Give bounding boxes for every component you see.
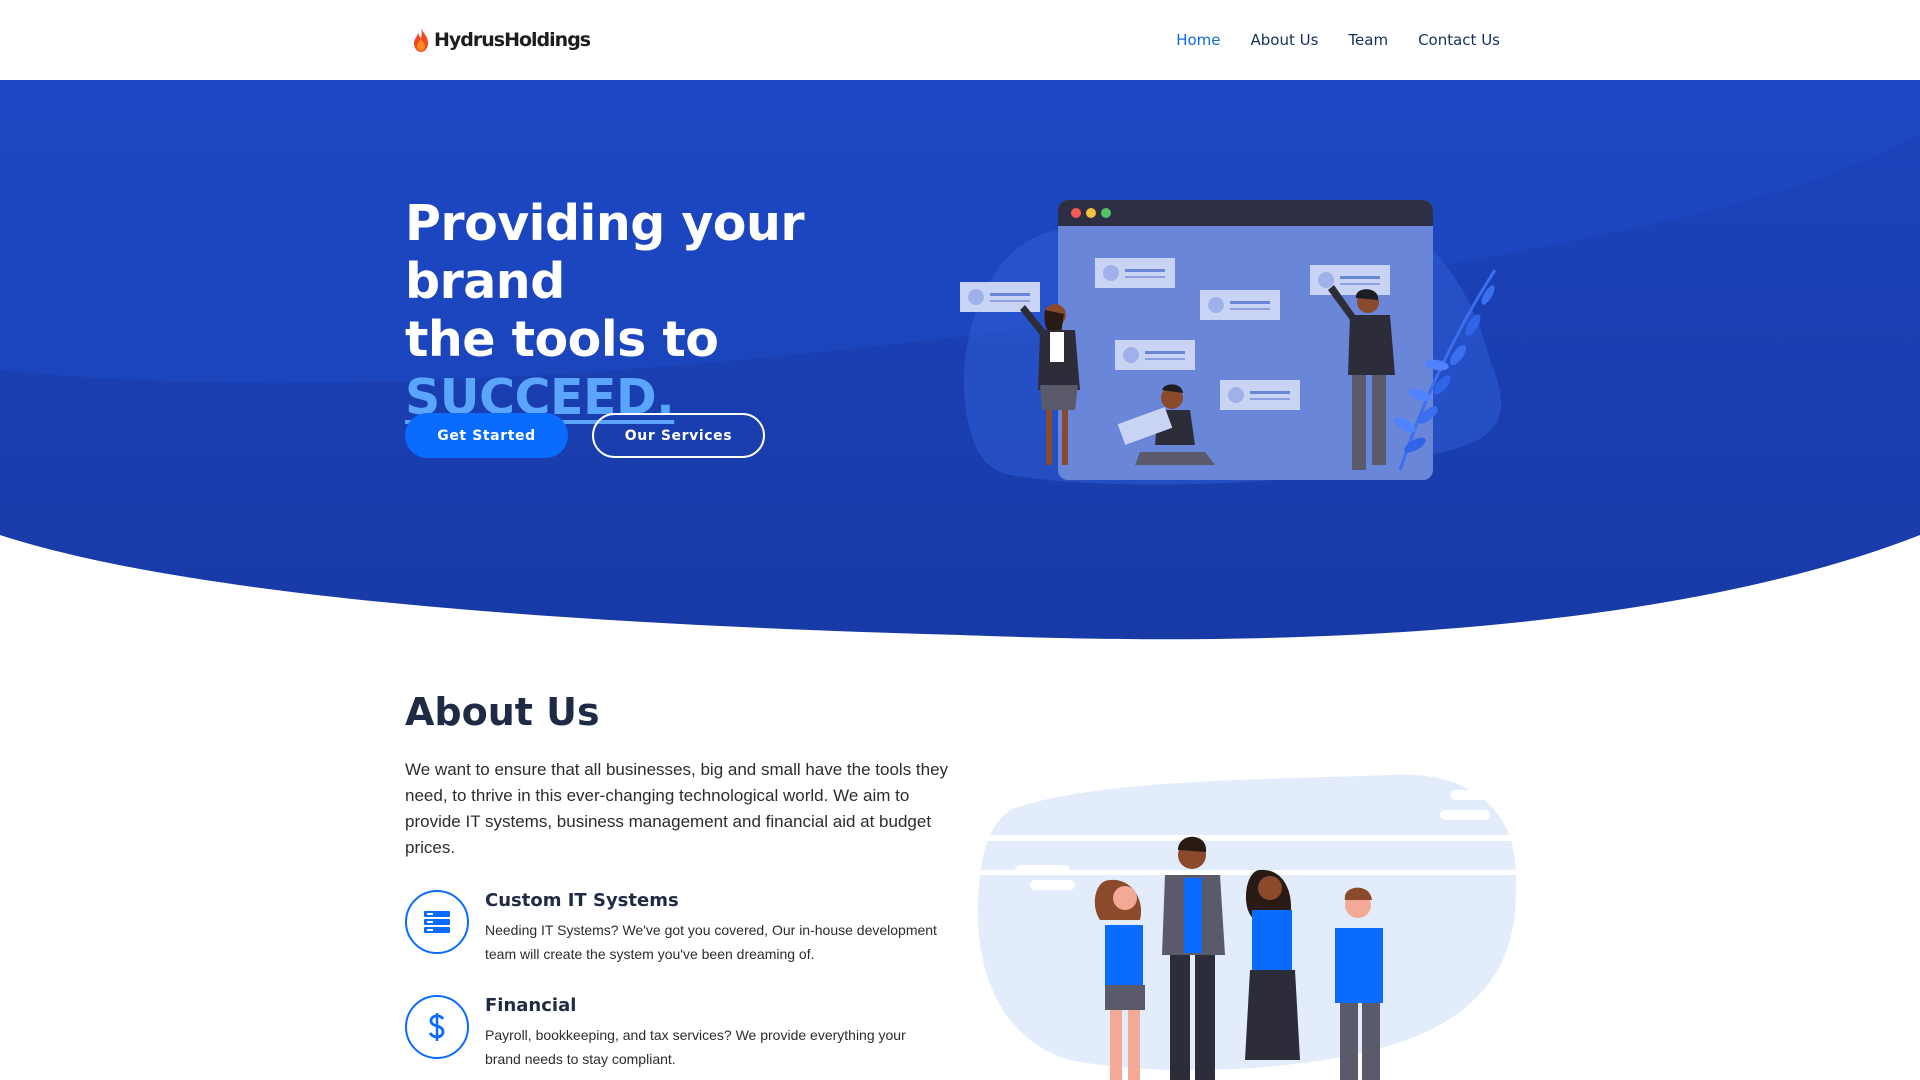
- feature-icon-circle: [405, 995, 469, 1059]
- server-icon: [424, 911, 450, 933]
- nav-item-team[interactable]: Team: [1348, 31, 1388, 49]
- hero-buttons: Get Started Our Services: [405, 413, 765, 458]
- about-text: We want to ensure that all businesses, b…: [405, 760, 949, 857]
- hero-title-line-1: Providing your brand: [405, 195, 805, 310]
- profile-card: [960, 282, 1040, 312]
- profile-card: [1220, 380, 1300, 410]
- feature-title: Custom IT Systems: [485, 890, 679, 911]
- hero-heading: Providing your brand the tools to SUCCEE…: [405, 195, 965, 427]
- brand-name: HydrusHoldings: [434, 29, 591, 51]
- feature-title: Financial: [485, 995, 577, 1016]
- main-nav: Home About Us Team Contact Us: [1176, 0, 1500, 80]
- nav-item-contact-us[interactable]: Contact Us: [1418, 31, 1500, 49]
- team-illustration: [970, 774, 1530, 1080]
- get-started-button[interactable]: Get Started: [405, 413, 568, 458]
- feature-icon-circle: [405, 890, 469, 954]
- hero-title-line-2: the tools to: [405, 311, 719, 368]
- hero-illustration: [960, 200, 1502, 485]
- brand-logo[interactable]: HydrusHoldings: [412, 26, 591, 54]
- about-title: About Us: [405, 690, 600, 734]
- profile-card: [1095, 258, 1175, 288]
- nav-item-about-us[interactable]: About Us: [1251, 31, 1319, 49]
- page: HydrusHoldings Home About Us Team Contac…: [0, 0, 1920, 1080]
- nav-item-home[interactable]: Home: [1176, 31, 1220, 49]
- profile-card: [1310, 265, 1390, 295]
- hero-title: Providing your brand the tools to SUCCEE…: [405, 195, 965, 427]
- window-minimize-dot: [1086, 208, 1096, 218]
- profile-card: [1200, 290, 1280, 320]
- dollar-icon: [428, 1013, 445, 1041]
- window-close-dot: [1071, 208, 1081, 218]
- window-maximize-dot: [1101, 208, 1111, 218]
- profile-card: [1115, 340, 1195, 370]
- feature-description: Payroll, bookkeeping, and tax services? …: [485, 1027, 906, 1067]
- feature-description: Needing IT Systems? We've got you covere…: [485, 922, 937, 962]
- our-services-button[interactable]: Our Services: [592, 413, 765, 458]
- flame-icon: [414, 28, 428, 52]
- site-header: HydrusHoldings Home About Us Team Contac…: [0, 0, 1920, 80]
